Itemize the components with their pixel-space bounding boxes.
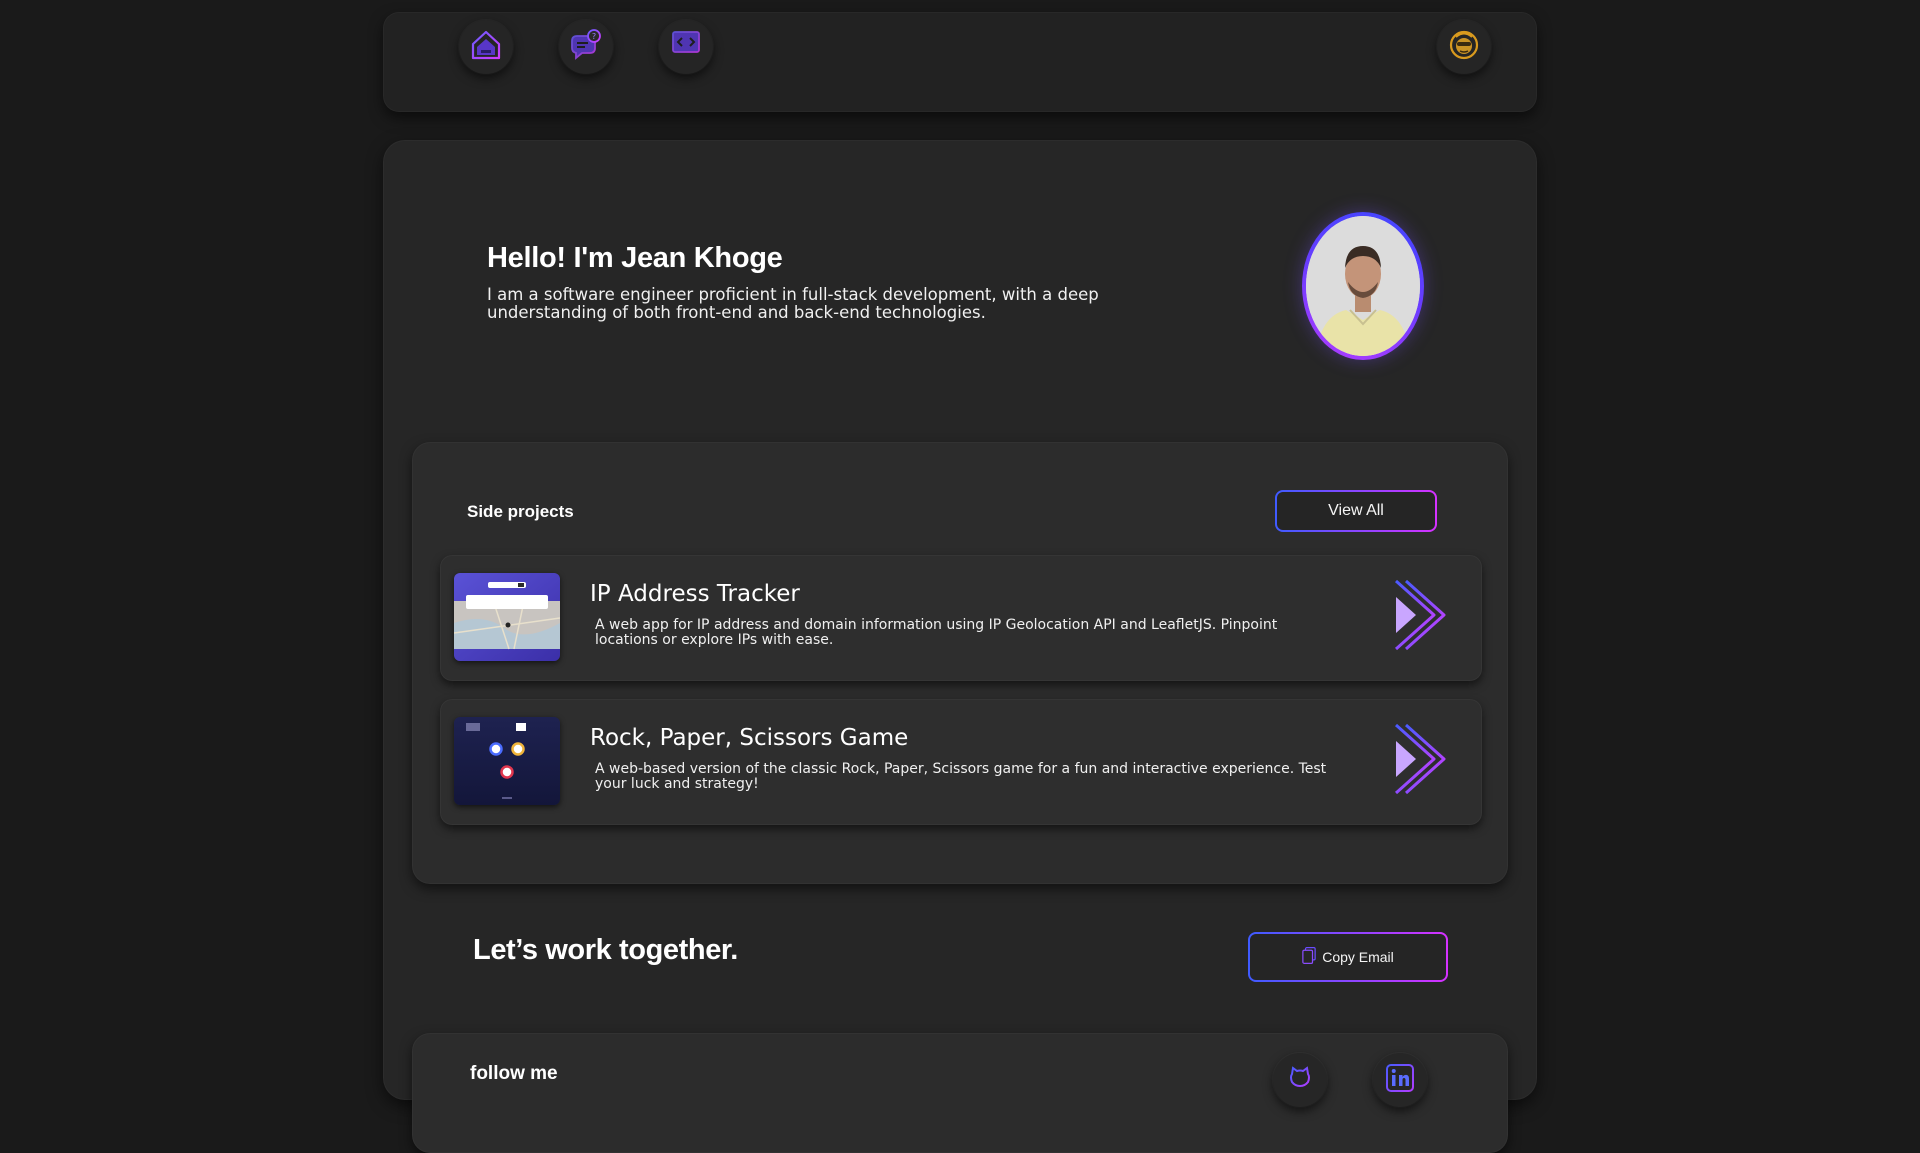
- avatar: [1302, 212, 1424, 360]
- copy-icon: [1302, 946, 1316, 968]
- github-icon: [1284, 1062, 1316, 1098]
- project-card-ip-tracker[interactable]: IP Address Tracker A web app for IP addr…: [440, 555, 1482, 681]
- hero-title: Hello! I'm Jean Khoge: [487, 242, 783, 274]
- github-link[interactable]: [1273, 1053, 1327, 1107]
- chat-icon: ?: [568, 27, 604, 67]
- nav-contact-button[interactable]: ?: [559, 20, 613, 74]
- view-all-label: View All: [1277, 492, 1435, 530]
- copy-email-button[interactable]: Copy Email: [1248, 932, 1448, 982]
- code-monitor-icon: [668, 27, 704, 67]
- svg-text:?: ?: [592, 32, 596, 41]
- linkedin-icon: [1384, 1062, 1416, 1098]
- main-card: Hello! I'm Jean Khoge I am a software en…: [383, 140, 1537, 1153]
- profile-menu-button[interactable]: [1437, 20, 1491, 74]
- project-description: A web app for IP address and domain info…: [595, 617, 1278, 648]
- side-projects-panel: Side projects View All IP Address Tracke…: [412, 442, 1508, 884]
- project-thumbnail: [454, 717, 560, 805]
- profile-photo: [1306, 216, 1420, 356]
- nav-projects-button[interactable]: [659, 20, 713, 74]
- project-title: Rock, Paper, Scissors Game: [590, 725, 909, 751]
- linkedin-link[interactable]: [1373, 1053, 1427, 1107]
- side-projects-title: Side projects: [467, 502, 574, 521]
- chevron-right-icon[interactable]: [1390, 577, 1446, 653]
- view-all-button[interactable]: View All: [1275, 490, 1437, 532]
- project-card-rps-game[interactable]: Rock, Paper, Scissors Game A web-based v…: [440, 699, 1482, 825]
- copy-email-label: Copy Email: [1322, 949, 1394, 965]
- top-navbar: ?: [383, 12, 1537, 112]
- chevron-right-icon[interactable]: [1390, 721, 1446, 797]
- hero-description: I am a software engineer proficient in f…: [487, 285, 1099, 322]
- nav-home-button[interactable]: [459, 20, 513, 74]
- project-thumbnail: [454, 573, 560, 661]
- project-description: A web-based version of the classic Rock,…: [595, 761, 1327, 792]
- home-icon: [468, 27, 504, 67]
- follow-me-panel: follow me: [412, 1033, 1508, 1153]
- hacker-avatar-icon: [1446, 27, 1482, 67]
- follow-me-title: follow me: [470, 1063, 558, 1084]
- project-title: IP Address Tracker: [590, 581, 800, 607]
- work-together-heading: Let’s work together.: [473, 934, 738, 966]
